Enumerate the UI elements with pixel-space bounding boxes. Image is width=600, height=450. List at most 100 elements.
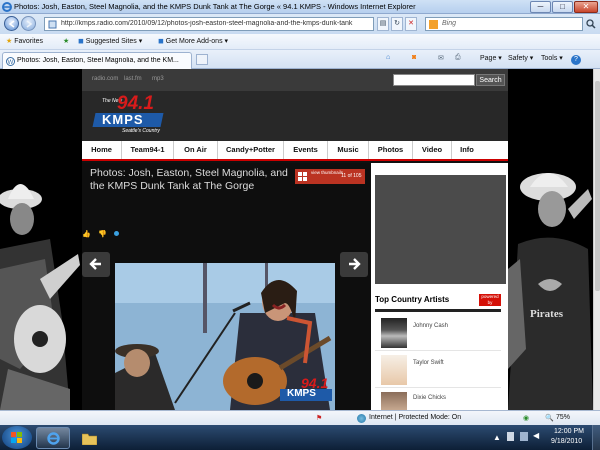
artist-thumbnail: [381, 318, 407, 348]
add-favorite-icon[interactable]: ★: [63, 36, 69, 48]
artist-name[interactable]: Taylor Swift: [413, 360, 444, 366]
main-nav: Home Team94-1 On Air Candy+Potter Events…: [82, 141, 508, 161]
artist-thumbnail: [381, 392, 407, 410]
forward-button[interactable]: [21, 16, 36, 31]
window-title: Photos: Josh, Easton, Steel Magnolia, an…: [14, 2, 416, 11]
site-search-input[interactable]: [393, 74, 475, 86]
search-magnifier-icon[interactable]: [586, 19, 596, 29]
tools-menu[interactable]: Tools ▾: [541, 54, 563, 62]
show-desktop-button[interactable]: [592, 425, 600, 450]
refresh-icon[interactable]: ↻: [391, 17, 403, 31]
security-zone-label[interactable]: Internet | Protected Mode: On: [369, 414, 461, 421]
view-thumbnails-label: view thumbnails: [311, 170, 344, 175]
url-field[interactable]: http://kmps.radio.com/2010/09/12/photos-…: [44, 17, 374, 31]
tray-volume-icon[interactable]: ◀: [533, 431, 539, 440]
svg-text:W: W: [8, 60, 14, 66]
protected-mode-icon: ⚑: [316, 415, 323, 422]
tray-monitor-icon[interactable]: [520, 432, 528, 441]
favorites-button[interactable]: ★ Favorites: [6, 36, 43, 48]
advertisement-slot[interactable]: [375, 175, 506, 284]
search-placeholder: Bing: [442, 20, 457, 27]
rss-feed-icon[interactable]: ◙: [412, 54, 416, 61]
back-button[interactable]: [4, 16, 19, 31]
clock-time[interactable]: 12:00 PM: [554, 428, 584, 435]
nav-team94-1[interactable]: Team94-1: [122, 141, 174, 159]
mail-icon[interactable]: ✉: [438, 54, 444, 62]
taskbar-internet-explorer[interactable]: [36, 427, 70, 449]
artist-thumbnail: [381, 355, 407, 385]
top-country-artists-title: Top Country Artists: [375, 295, 450, 304]
page-menu[interactable]: Page ▾: [480, 54, 502, 62]
address-bar: http://kmps.radio.com/2010/09/12/photos-…: [0, 14, 600, 34]
pirates-shirt-text: Pirates: [530, 308, 564, 320]
lastfm-link[interactable]: last.fm: [124, 76, 142, 82]
artist-item[interactable]: Taylor Swift: [375, 352, 501, 388]
windows-taskbar: ▲ ◀ 12:00 PM 9/18/2010: [0, 425, 600, 450]
scrollbar-thumb[interactable]: [595, 81, 600, 291]
minimize-button[interactable]: ─: [530, 1, 551, 13]
ie-taskbar-icon: [47, 432, 60, 445]
clock-date[interactable]: 9/18/2010: [551, 438, 582, 445]
post-title: Photos: Josh, Easton, Steel Magnolia, an…: [90, 167, 288, 192]
favorites-bar: ★ Favorites ★ ◼ Suggested Sites ▾ ◼ Get …: [0, 34, 600, 50]
page-icon: [48, 20, 57, 29]
nav-music[interactable]: Music: [328, 141, 369, 159]
stop-icon[interactable]: ✕: [405, 17, 417, 31]
nav-photos[interactable]: Photos: [369, 141, 413, 159]
suggested-sites-button[interactable]: ◼ Suggested Sites ▾: [78, 36, 142, 48]
taskbar-explorer[interactable]: [72, 427, 106, 449]
artist-item[interactable]: Dixie Chicks: [375, 389, 501, 410]
maximize-button[interactable]: □: [552, 1, 573, 13]
artist-name[interactable]: Dixie Chicks: [413, 395, 446, 401]
compatibility-view-icon[interactable]: ▤: [377, 17, 389, 31]
tab-bar: W Photos: Josh, Easton, Steel Magnolia, …: [0, 50, 600, 69]
search-input[interactable]: Bing: [425, 17, 583, 31]
nav-events[interactable]: Events: [284, 141, 328, 159]
kmps-logo[interactable]: The New 94.1 KMPS Seattle's Country: [92, 93, 172, 139]
browser-viewport: Pirates radio.com last.fm mp3 Search The…: [0, 69, 593, 410]
home-icon[interactable]: ⌂: [386, 54, 390, 61]
artist-item[interactable]: Johnny Cash: [375, 315, 501, 351]
tray-network-icon[interactable]: [507, 432, 514, 441]
start-button[interactable]: [2, 426, 32, 449]
nav-info[interactable]: Info: [452, 141, 482, 159]
nav-home[interactable]: Home: [82, 141, 122, 159]
thumbs-up-icon[interactable]: 👍: [82, 230, 91, 238]
help-icon[interactable]: ?: [571, 55, 581, 65]
photo-watermark-call: KMPS: [287, 388, 316, 399]
previous-photo-button[interactable]: [82, 252, 110, 277]
nav-video[interactable]: Video: [413, 141, 452, 159]
background-photo-left: [0, 69, 82, 410]
ie-page-icon: ◼: [158, 38, 164, 45]
thumbs-down-icon[interactable]: 👎: [98, 230, 107, 238]
vertical-scrollbar[interactable]: [593, 69, 600, 410]
logo-call-letters: KMPS: [102, 112, 144, 127]
mp3-link[interactable]: mp3: [152, 76, 164, 82]
nav-on-air[interactable]: On Air: [174, 141, 218, 159]
share-icon[interactable]: [114, 231, 119, 236]
powered-by-lastfm-badge[interactable]: powered by last.fm: [479, 294, 501, 312]
ie-page-icon: ◼: [78, 38, 84, 45]
tray-flag-icon[interactable]: ▲: [493, 433, 501, 442]
folder-icon: [82, 433, 97, 445]
close-window-button[interactable]: ✕: [574, 1, 598, 13]
gallery-column: Photos: Josh, Easton, Steel Magnolia, an…: [82, 163, 371, 410]
next-photo-button[interactable]: [340, 252, 368, 277]
tab-active[interactable]: W Photos: Josh, Easton, Steel Magnolia, …: [2, 52, 192, 69]
site-search-button[interactable]: Search: [476, 74, 505, 86]
zoom-level[interactable]: 75%: [556, 414, 570, 421]
new-tab-button[interactable]: [196, 54, 208, 65]
gallery-photo[interactable]: 94.1 KMPS: [115, 263, 335, 410]
get-addons-button[interactable]: ◼ Get More Add-ons ▾: [158, 36, 228, 48]
radio-com-link[interactable]: radio.com: [92, 76, 118, 82]
safety-menu[interactable]: Safety ▾: [508, 54, 533, 62]
photo-count: 11 of 105: [341, 173, 362, 179]
print-icon[interactable]: ⎙: [455, 54, 461, 62]
view-thumbnails-button[interactable]: view thumbnails 11 of 105: [295, 169, 365, 184]
forward-arrow-icon: [26, 20, 33, 28]
zone-settings-icon[interactable]: ◉: [523, 414, 529, 422]
section-divider: [375, 309, 501, 312]
suggested-sites-label: Suggested Sites ▾: [85, 38, 143, 45]
nav-candy-potter[interactable]: Candy+Potter: [218, 141, 284, 159]
artist-name[interactable]: Johnny Cash: [413, 323, 448, 329]
